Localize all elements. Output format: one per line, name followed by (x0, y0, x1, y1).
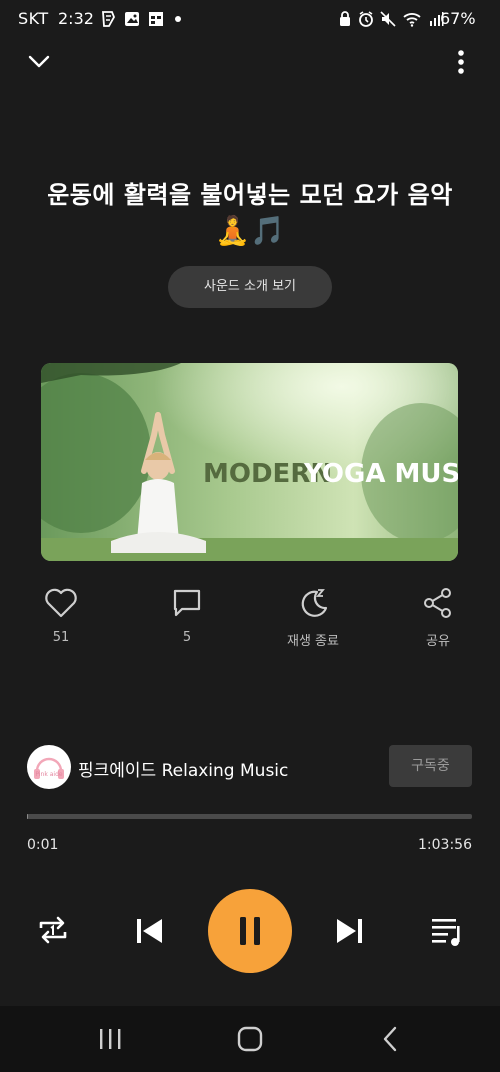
status-bar: SKT 2:32 67% (0, 0, 500, 38)
chevron-down-icon (28, 55, 50, 68)
sticker-icon (102, 11, 115, 27)
sleep-timer-label: 재생 종료 (287, 634, 339, 649)
channel-avatar[interactable]: Pink aide (27, 745, 71, 789)
progress-fill (27, 814, 28, 819)
sound-intro-button[interactable]: 사운드 소개 보기 (168, 266, 332, 308)
pause-icon (240, 917, 260, 945)
like-button[interactable]: 51 (21, 586, 101, 645)
status-system-icons (338, 10, 444, 28)
previous-button[interactable] (131, 911, 169, 955)
share-button[interactable]: 공유 (398, 586, 478, 649)
collapse-button[interactable] (24, 48, 54, 74)
progress-bar[interactable] (27, 814, 472, 819)
next-button[interactable] (330, 911, 368, 955)
skip-previous-icon (137, 919, 162, 943)
recent-apps-icon (100, 1029, 121, 1049)
comment-icon (173, 589, 201, 617)
subscribe-button[interactable]: 구독중 (389, 745, 472, 787)
battery-level: 67% (440, 9, 476, 28)
carrier-label: SKT (18, 9, 49, 28)
lock-icon (340, 11, 350, 26)
cover-art: MODERN YOGA MUSIC (41, 363, 458, 561)
cover-text-yoga-music: YOGA MUSIC (303, 459, 458, 489)
status-notification-icons (100, 10, 184, 28)
mute-icon (380, 11, 396, 27)
current-time: 0:01 (27, 837, 59, 853)
more-vertical-icon (458, 50, 464, 74)
status-time: 2:32 (58, 9, 94, 28)
share-icon (424, 588, 451, 618)
calendar-icon (149, 12, 163, 26)
track-title: 운동에 활력을 불어넣는 모던 요가 음악 (47, 181, 453, 209)
home-button[interactable] (236, 1025, 264, 1057)
sleep-timer-button[interactable]: 재생 종료 (273, 586, 353, 649)
back-button[interactable] (377, 1025, 405, 1057)
dot-icon (175, 16, 181, 22)
recent-apps-button[interactable] (96, 1026, 124, 1056)
comment-count: 5 (182, 630, 192, 645)
image-icon (125, 12, 139, 26)
action-row: 51 5 재생 종료 공유 (0, 586, 500, 656)
comment-button[interactable]: 5 (147, 586, 227, 645)
moon-icon (301, 589, 328, 617)
heart-icon (45, 588, 77, 618)
cover-image: MODERN YOGA MUSIC (41, 363, 458, 561)
title-emoji: 🧘🎵 (215, 214, 285, 247)
pink-aide-logo: Pink aide (28, 746, 70, 788)
playlist-icon (432, 919, 460, 946)
channel-name[interactable]: 핑크에이드 Relaxing Music (78, 756, 288, 781)
pause-button[interactable] (208, 889, 292, 973)
avatar-text: Pink aide (35, 771, 62, 778)
playlist-button[interactable] (428, 911, 468, 955)
repeat-button[interactable] (33, 910, 73, 954)
home-icon (237, 1026, 263, 1052)
share-label: 공유 (426, 634, 450, 649)
system-navigation-bar (0, 1006, 500, 1072)
skip-next-icon (337, 919, 362, 943)
like-count: 51 (52, 630, 70, 645)
back-icon (383, 1026, 397, 1052)
wifi-icon (403, 13, 421, 27)
total-time: 1:03:56 (418, 837, 472, 853)
repeat-one-icon (39, 916, 67, 944)
alarm-icon (359, 11, 373, 27)
more-options-button[interactable] (446, 46, 476, 78)
